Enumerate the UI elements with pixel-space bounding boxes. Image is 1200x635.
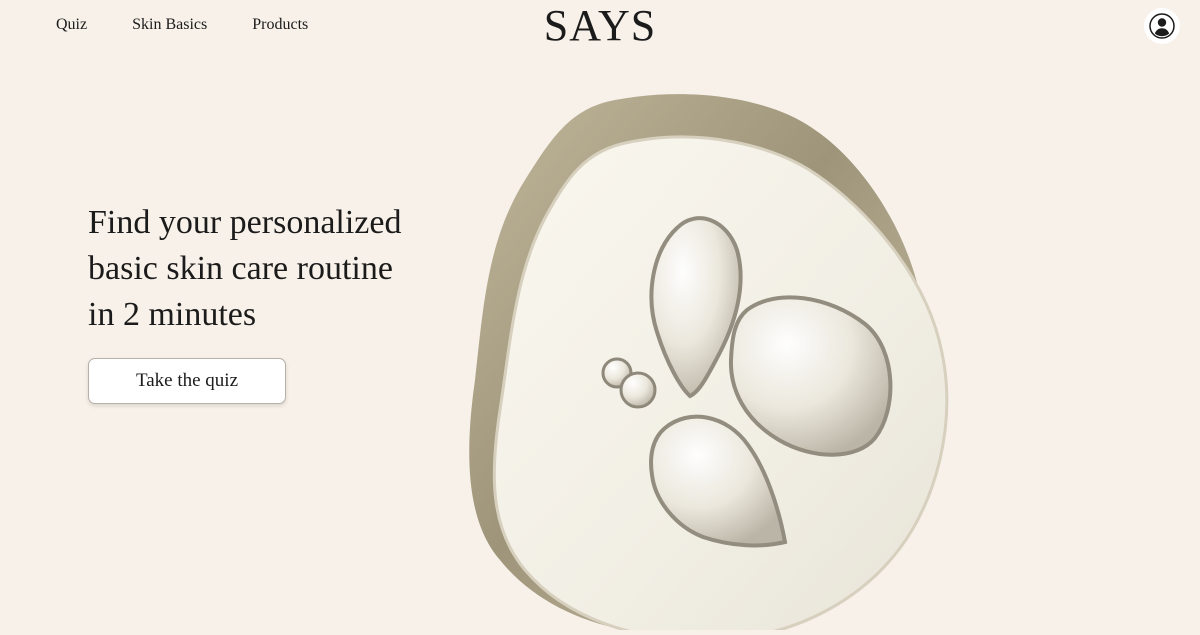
headline-line-1: Find your personalized bbox=[88, 204, 402, 241]
headline-line-3: in 2 minutes bbox=[88, 296, 257, 333]
brand-logo[interactable]: SAYS bbox=[0, 2, 1200, 50]
account-button[interactable] bbox=[1144, 8, 1180, 44]
user-avatar-icon bbox=[1149, 13, 1175, 39]
hero-copy: Find your personalized basic skin care r… bbox=[88, 200, 448, 404]
headline-line-2: basic skin care routine bbox=[88, 250, 393, 287]
gel-drops-illustration bbox=[469, 94, 949, 635]
hero-headline: Find your personalized basic skin care r… bbox=[88, 200, 448, 338]
top-navigation: Quiz Skin Basics Products SAYS bbox=[0, 0, 1200, 56]
product-gel-image bbox=[445, 90, 975, 635]
gel-drop-small-2 bbox=[619, 371, 657, 409]
take-quiz-button[interactable]: Take the quiz bbox=[88, 358, 286, 404]
